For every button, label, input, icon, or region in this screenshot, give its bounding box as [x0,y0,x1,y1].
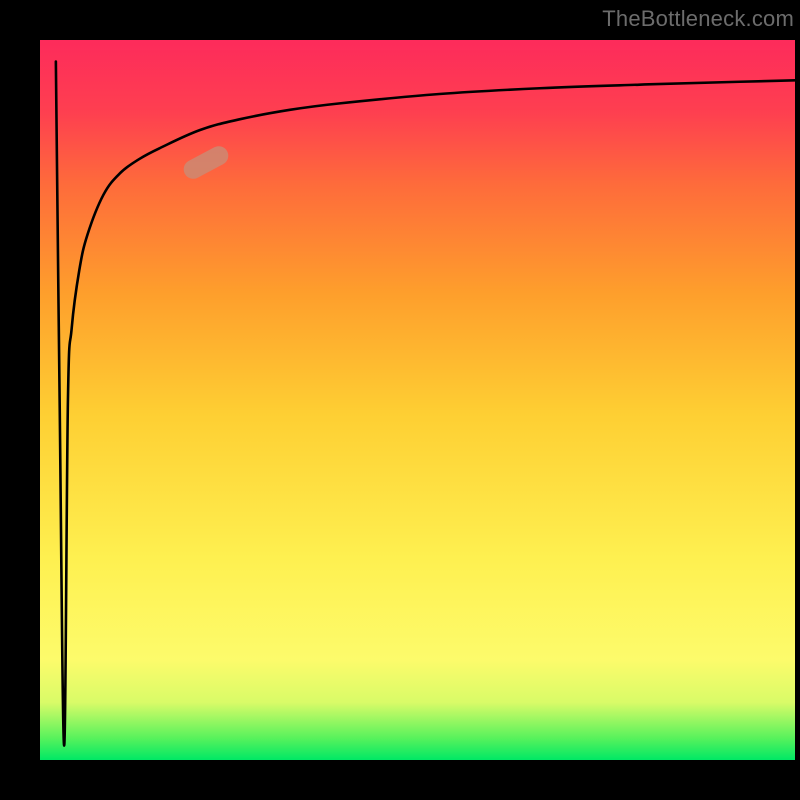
curve-layer [40,40,795,760]
plot-area [40,40,795,760]
chart-container: TheBottleneck.com [0,0,800,800]
watermark-text: TheBottleneck.com [602,6,794,32]
dip-curve [56,62,795,746]
